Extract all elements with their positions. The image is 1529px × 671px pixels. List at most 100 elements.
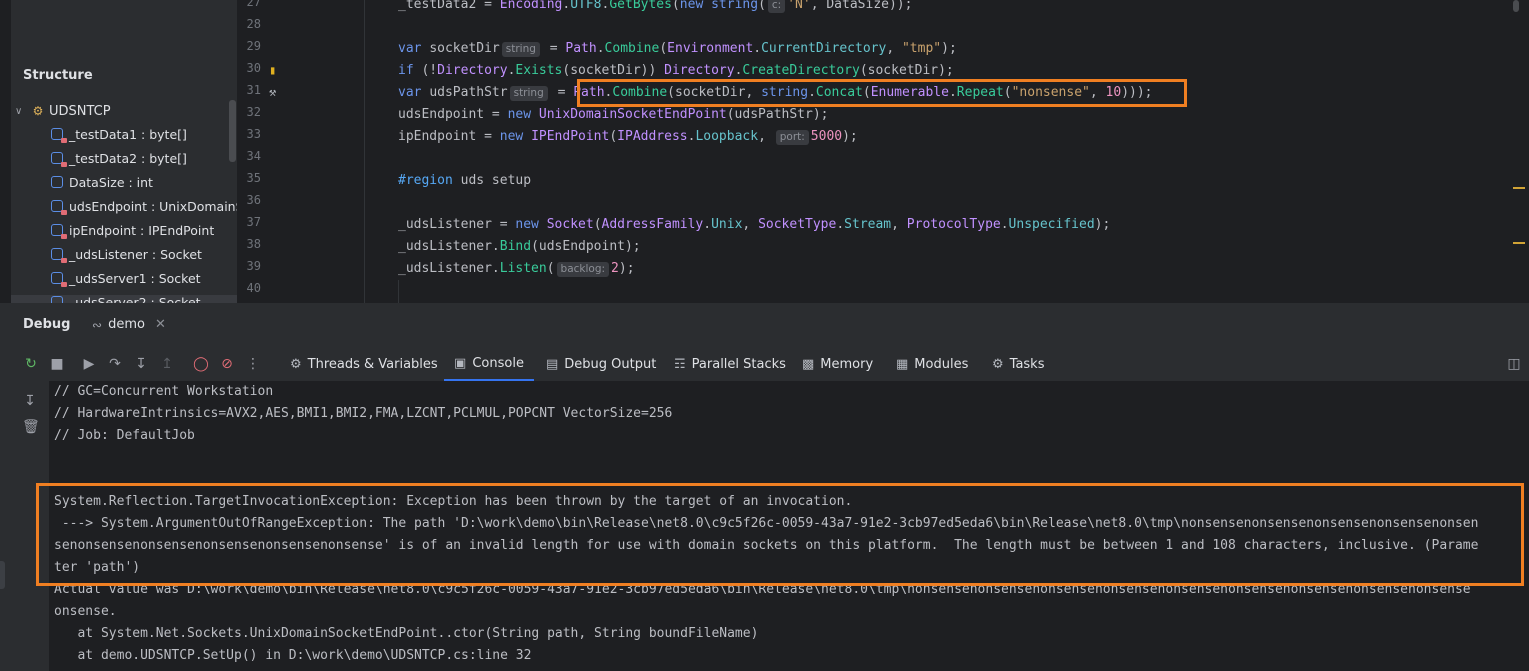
rerun-icon[interactable]: ↻ [22,355,40,373]
line-number: 40 [246,281,261,295]
tab-tasks[interactable]: ⚙ Tasks [992,347,1045,381]
code-line-33: ipEndpoint = new IPEndPoint(IPAddress.Lo… [398,129,858,145]
console-line: // HardwareIntrinsics=AVX2,AES,BMI1,BMI2… [54,406,673,421]
chevron-down-icon[interactable]: ∨ [15,106,27,117]
left-edge-strip [0,381,11,671]
bookmark-icon[interactable]: ▮ [269,63,276,77]
tree-item[interactable]: ipEndpoint : IPEndPoint [51,218,214,242]
resume-icon[interactable]: ▶ [80,355,98,373]
indent-guide [364,0,365,303]
tree-item[interactable]: udsEndpoint : UnixDomainSoc [51,194,237,218]
code-line-32: udsEndpoint = new UnixDomainSocketEndPoi… [398,107,829,122]
tree-item-label: _testData1 : byte[] [69,126,187,142]
tree-item-label: _udsListener : Socket [69,246,202,262]
tree-item-label: _testData2 : byte[] [69,150,187,166]
tab-threads-variables[interactable]: ⚙ Threads & Variables [290,347,438,381]
code-line-37: _udsListener = new Socket(AddressFamily.… [398,217,1111,232]
tree-item[interactable]: _udsListener : Socket [51,242,202,266]
type-hint: string [501,42,540,57]
resize-handle[interactable] [0,561,5,589]
memory-icon: ▩ [802,356,815,372]
private-field-icon [51,296,63,303]
tree-item[interactable]: _udsServer2 : Socket [51,290,201,303]
code-line-35: #region uds setup [398,173,532,188]
console-line: // GC=Concurrent Workstation [54,384,274,399]
step-out-icon[interactable]: ↥ [158,355,176,373]
mute-breakpoints-icon[interactable]: ⊘ [218,355,236,373]
warning-marker[interactable] [1513,242,1525,244]
private-field-icon [51,248,67,263]
line-number: 28 [246,17,261,31]
view-breakpoints-icon[interactable]: ◯ [192,355,210,373]
line-number: 34 [246,149,261,163]
debug-session-tab[interactable]: ∾ demo ✕ [92,317,166,332]
layout-icon[interactable]: ◫ [1505,355,1523,373]
structure-title: Structure [23,68,93,83]
private-field-icon [51,128,67,143]
code-line-27: _testData2 = Encoding.UTF8.GetBytes(new … [398,0,913,13]
console-line: // Job: DefaultJob [54,428,195,443]
tab-console[interactable]: ▣ Console [444,347,534,381]
debug-toolbar: ↻ ■ ▶ ↷ ↧ ↥ ◯ ⊘ ⋮ ⚙ Threads & Variables ▣… [0,347,1529,381]
tree-item-label: _udsServer1 : Socket [69,270,201,286]
private-field-icon [51,272,67,287]
line-number-gutter: 27 28 29 30 31 32 33 34 35 36 37 38 39 4… [237,0,297,303]
console-icon: ▣ [454,355,467,371]
console-line: onsense. [54,604,117,619]
tab-parallel-stacks[interactable]: ☶ Parallel Stacks [674,347,786,381]
code-editor[interactable]: 27 28 29 30 31 32 33 34 35 36 37 38 39 4… [237,0,1529,303]
left-tool-strip [0,0,11,303]
session-icon: ∾ [92,317,103,332]
modules-icon: ▦ [896,356,909,372]
hammer-icon[interactable]: ⚒ [269,85,276,99]
field-icon [51,176,63,188]
tree-root-udsntcp[interactable]: ∨ ⚙ UDSNTCP [15,100,111,122]
type-hint: string [509,86,548,101]
stop-icon[interactable]: ■ [48,355,66,373]
structure-panel: Structure ∨ ⚙ UDSNTCP _testData1 : byte[… [11,0,237,303]
step-into-icon[interactable]: ↧ [132,355,150,373]
tasks-icon: ⚙ [992,356,1004,372]
tree-item[interactable]: _testData1 : byte[] [51,122,187,146]
tab-debug-output[interactable]: ▤ Debug Output [546,347,656,381]
close-icon[interactable]: ✕ [155,317,166,332]
line-number: 33 [246,127,261,141]
line-number: 27 [246,0,261,9]
tab-modules[interactable]: ▦ Modules [896,347,968,381]
tree-item-label: udsEndpoint : UnixDomainSoc [69,198,237,214]
tree-item[interactable]: DataSize : int [51,170,153,194]
debug-title: Debug [23,317,71,332]
trash-icon[interactable]: 🗑 [22,419,40,435]
line-number: 38 [246,237,261,251]
warning-marker[interactable] [1513,187,1525,189]
code-line-38: _udsListener.Bind(udsEndpoint); [398,239,641,254]
line-number: 39 [246,259,261,273]
debug-output-icon: ▤ [546,356,559,372]
debug-header: Debug ∾ demo ✕ [0,303,1529,347]
tree-item[interactable]: _testData2 : byte[] [51,146,187,170]
step-over-icon[interactable]: ↷ [106,355,124,373]
threads-icon: ⚙ [290,356,302,372]
console-line: at demo.UDSNTCP.SetUp() in D:\work\demo\… [54,648,532,663]
tree-root-label: UDSNTCP [49,103,111,119]
tree-item-label: _udsServer2 : Socket [69,294,201,304]
tree-item-label: ipEndpoint : IPEndPoint [69,222,215,238]
editor-scrollbar[interactable] [1513,0,1519,12]
structure-scrollbar[interactable] [229,100,236,162]
scroll-to-end-icon[interactable]: ↧ [22,393,38,409]
highlight-box-exception [36,483,1524,586]
more-options-icon[interactable]: ⋮ [244,355,262,373]
param-hint: c: [767,0,786,13]
session-tab-label: demo [108,317,145,332]
code-line-29: var socketDir string = Path.Combine(Envir… [398,41,957,57]
line-number: 29 [246,39,261,53]
class-icon: ⚙ [32,104,44,118]
private-field-icon [51,200,67,215]
line-number: 35 [246,171,261,185]
param-hint: port: [775,130,809,145]
tab-memory[interactable]: ▩ Memory [802,347,873,381]
private-field-icon [51,152,67,167]
tree-item[interactable]: _udsServer1 : Socket [51,266,201,290]
console-line: at System.Net.Sockets.UnixDomainSocketEn… [54,626,759,641]
line-number: 30 [246,61,261,75]
